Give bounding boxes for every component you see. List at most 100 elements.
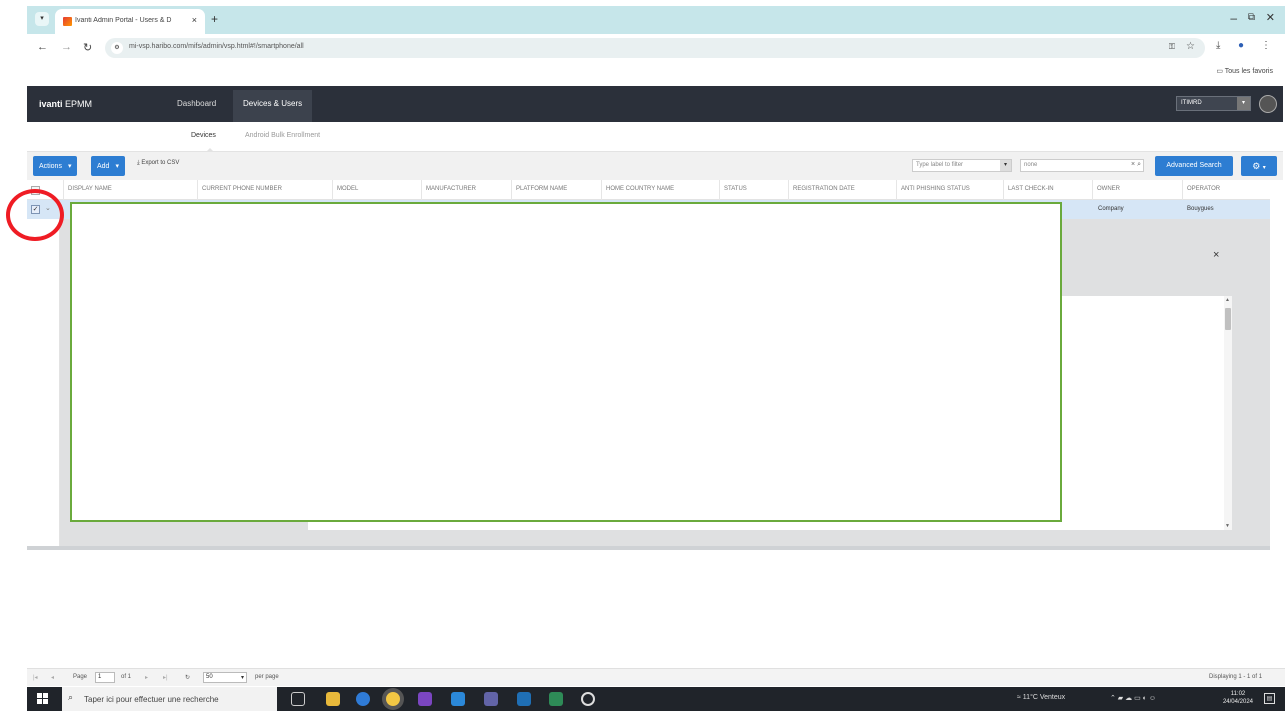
search-input[interactable]: none × ⌕ xyxy=(1020,159,1144,172)
ivanti-epmm-logo[interactable]: ivanti EPMM xyxy=(39,99,92,109)
actions-label: Actions xyxy=(39,163,62,170)
column-header-home-country[interactable]: HOME COUNTRY NAME xyxy=(601,180,719,200)
advanced-search-button[interactable]: Advanced Search xyxy=(1155,156,1233,176)
onenote-icon[interactable] xyxy=(418,692,432,706)
column-header-manufacturer[interactable]: MANUFACTURER xyxy=(421,180,510,200)
weather-widget[interactable]: ≈ 11°C Venteux xyxy=(1017,694,1065,701)
site-info-icon[interactable]: ⚙ xyxy=(111,42,123,54)
column-header-platform-name[interactable]: PLATFORM NAME xyxy=(511,180,600,200)
sub-navigation: Devices Android Bulk Enrollment xyxy=(27,122,1283,153)
chevron-down-icon: ▾ xyxy=(1237,97,1250,110)
password-key-icon[interactable]: ⚿ xyxy=(1169,42,1175,52)
nav-dashboard[interactable]: Dashboard xyxy=(177,99,216,108)
excel-icon[interactable] xyxy=(549,692,563,706)
user-name: ITIMRD xyxy=(1181,100,1202,106)
page-count: of 1 xyxy=(121,674,132,680)
bookmark-star-icon[interactable]: ☆ xyxy=(1186,41,1195,52)
grid-header: DISPLAY NAME CURRENT PHONE NUMBER MODEL … xyxy=(27,180,1270,200)
scroll-up-icon[interactable]: ▲ xyxy=(1225,297,1230,303)
minimize-icon[interactable]: – xyxy=(1230,11,1237,25)
next-page-icon[interactable]: ▸ xyxy=(145,674,148,681)
column-header-registration-date[interactable]: REGISTRATION DATE xyxy=(788,180,895,200)
refresh-icon[interactable]: ↻ xyxy=(185,674,190,681)
bookmarks-folder[interactable]: ▭ Tous les favoris xyxy=(1216,67,1273,75)
column-header-phone-number[interactable]: CURRENT PHONE NUMBER xyxy=(197,180,331,200)
forward-icon[interactable]: → xyxy=(61,41,72,53)
prev-page-icon[interactable]: ◂ xyxy=(51,674,54,681)
chrome-icon[interactable] xyxy=(386,692,400,706)
subtab-devices[interactable]: Devices xyxy=(191,132,216,139)
column-header-anti-phishing[interactable]: ANTI PHISHING STATUS xyxy=(896,180,1002,200)
last-page-icon[interactable]: ▸| xyxy=(163,674,168,681)
edge-icon[interactable] xyxy=(356,692,370,706)
reload-icon[interactable]: ↻ xyxy=(83,41,92,54)
nav-devices-users[interactable]: Devices & Users xyxy=(233,90,313,122)
task-view-icon[interactable] xyxy=(291,692,305,706)
window-close-icon[interactable]: ✕ xyxy=(1266,11,1275,24)
export-to-csv-link[interactable]: ⤓ Export to CSV xyxy=(137,160,179,167)
column-header-last-check-in[interactable]: LAST CHECK-IN xyxy=(1003,180,1091,200)
app-header: ivanti EPMM Dashboard Devices & Users IT… xyxy=(27,86,1283,122)
outer-margin xyxy=(0,0,27,687)
address-bar-row: ← → ↻ ⚙ mi-vsp.haribo.com/mifs/admin/vsp… xyxy=(27,34,1285,62)
settings-button[interactable]: ⚙ ▾ xyxy=(1241,156,1277,176)
scroll-thumb[interactable] xyxy=(1225,308,1231,330)
download-icon[interactable]: ⤓ xyxy=(1216,40,1220,51)
add-label: Add xyxy=(97,163,110,170)
column-header-display-name[interactable]: DISPLAY NAME xyxy=(63,180,196,200)
grid-toolbar: Actions ▾ Add ▾ ⤓ Export to CSV Type label… xyxy=(27,152,1283,180)
system-tray-icons[interactable]: ⌃ ▰ ☁ ▭ ◐ ☺ xyxy=(1110,694,1156,702)
logo-text: ivanti xyxy=(39,99,63,109)
menu-icon[interactable]: ⋮ xyxy=(1261,40,1271,51)
actions-button[interactable]: Actions ▾ xyxy=(33,156,78,176)
url-text[interactable]: mi-vsp.haribo.com/mifs/admin/vsp.html#!/… xyxy=(129,43,304,50)
filter-placeholder: Type label to filter xyxy=(916,162,964,168)
tab-title: Ivanti Admin Portal - Users & D xyxy=(75,17,172,24)
label-filter-select[interactable]: Type label to filter ▾ xyxy=(912,159,1012,172)
clock-time: 11:02 xyxy=(1230,691,1246,697)
profile-icon[interactable]: ● xyxy=(1238,40,1244,51)
taskbar-search-box[interactable]: ⌕ Taper ici pour effectuer une recherche xyxy=(62,687,277,711)
windows-taskbar: ⌕ Taper ici pour effectuer une recherche… xyxy=(27,687,1285,711)
wind-icon: ≈ xyxy=(1017,694,1021,701)
operator-cell: Bouygues xyxy=(1187,206,1214,212)
outlook-icon[interactable] xyxy=(451,692,465,706)
new-tab-button[interactable]: + xyxy=(211,12,218,26)
back-icon[interactable]: ← xyxy=(37,41,48,53)
page-label: Page xyxy=(73,674,88,680)
file-explorer-icon[interactable] xyxy=(326,692,340,706)
chevron-down-icon: ▾ xyxy=(240,675,244,681)
ivanti-favicon-icon xyxy=(63,17,72,26)
restore-icon[interactable]: ⧉ xyxy=(1248,12,1255,23)
per-page-value: 50 xyxy=(206,674,213,680)
owner-cell: Company xyxy=(1098,206,1124,212)
browser-tab[interactable]: Ivanti Admin Portal - Users & D × xyxy=(55,9,205,34)
first-page-icon[interactable]: |◂ xyxy=(33,674,38,681)
column-header-model[interactable]: MODEL xyxy=(332,180,420,200)
column-header-owner[interactable]: OWNER xyxy=(1092,180,1181,200)
user-menu[interactable]: ITIMRD ▾ xyxy=(1176,96,1251,111)
tab-search-icon[interactable]: ▾ xyxy=(35,12,49,26)
app-icon[interactable] xyxy=(581,692,595,706)
url-field[interactable]: ⚙ mi-vsp.haribo.com/mifs/admin/vsp.html#… xyxy=(105,38,1205,58)
scroll-down-icon[interactable]: ▼ xyxy=(1225,523,1230,529)
bookmarks-folder-label: Tous les favoris xyxy=(1224,68,1273,75)
close-icon[interactable]: × xyxy=(1213,249,1219,261)
page-number-input[interactable]: 1 xyxy=(95,672,115,683)
tab-close-icon[interactable]: × xyxy=(192,15,197,25)
remote-desktop-icon[interactable] xyxy=(517,692,531,706)
avatar[interactable] xyxy=(1259,95,1277,113)
per-page-select[interactable]: 50 ▾ xyxy=(203,672,247,683)
per-page-label: per page xyxy=(255,674,279,680)
clock[interactable]: 11:02 24/04/2024 xyxy=(1223,690,1253,706)
clear-search-icon[interactable]: × ⌕ xyxy=(1131,161,1141,169)
scrollbar[interactable]: ▲ ▼ xyxy=(1224,296,1232,530)
chevron-down-icon: ▾ xyxy=(1262,165,1266,171)
column-header-operator[interactable]: OPERATOR xyxy=(1182,180,1270,200)
subtab-android-bulk-enrollment[interactable]: Android Bulk Enrollment xyxy=(245,132,320,139)
teams-icon[interactable] xyxy=(484,692,498,706)
add-button[interactable]: Add ▾ xyxy=(91,156,125,176)
column-header-status[interactable]: STATUS xyxy=(719,180,787,200)
notification-icon[interactable]: ▤ xyxy=(1264,693,1275,704)
windows-start-icon[interactable] xyxy=(37,693,49,705)
